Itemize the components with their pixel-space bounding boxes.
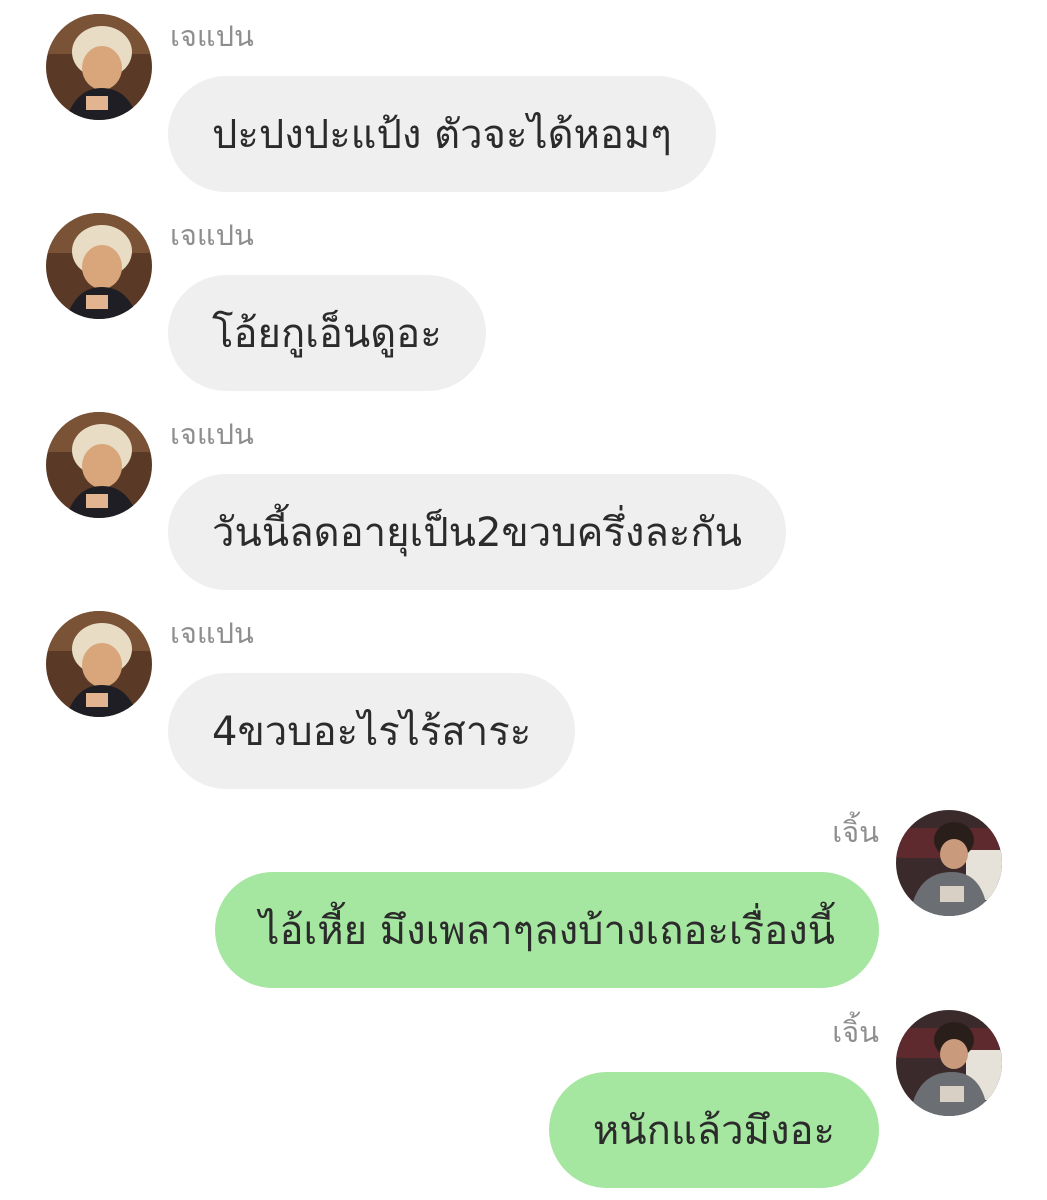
message-bubble[interactable]: วันนี้ลดอายุเป็น2ขวบครึ่งละกัน xyxy=(168,474,786,590)
sender-name: เจแปน xyxy=(170,417,254,451)
avatar[interactable] xyxy=(46,14,152,120)
avatar[interactable] xyxy=(46,412,152,518)
avatar[interactable] xyxy=(896,810,1002,916)
avatar[interactable] xyxy=(46,611,152,717)
sender-name: เจแปน xyxy=(170,19,254,53)
message-bubble[interactable]: โอ้ยกูเอ็นดูอะ xyxy=(168,275,486,391)
avatar[interactable] xyxy=(46,213,152,319)
sender-name: เจแปน xyxy=(170,218,254,252)
message-bubble[interactable]: ปะปงปะแป้ง ตัวจะได้หอมๆ xyxy=(168,76,716,192)
message-bubble[interactable]: หนักแล้วมึงอะ xyxy=(548,1072,879,1188)
message-bubble[interactable]: 4ขวบอะไรไร้สาระ xyxy=(168,673,576,789)
sender-name: เจแปน xyxy=(170,616,254,650)
avatar[interactable] xyxy=(896,1010,1002,1116)
sender-name: เจิ้น xyxy=(832,815,879,849)
message-bubble[interactable]: ไอ้เหี้ย มึงเพลาๆลงบ้างเถอะเรื่องนี้ xyxy=(215,872,879,988)
sender-name: เจิ้น xyxy=(832,1015,879,1049)
